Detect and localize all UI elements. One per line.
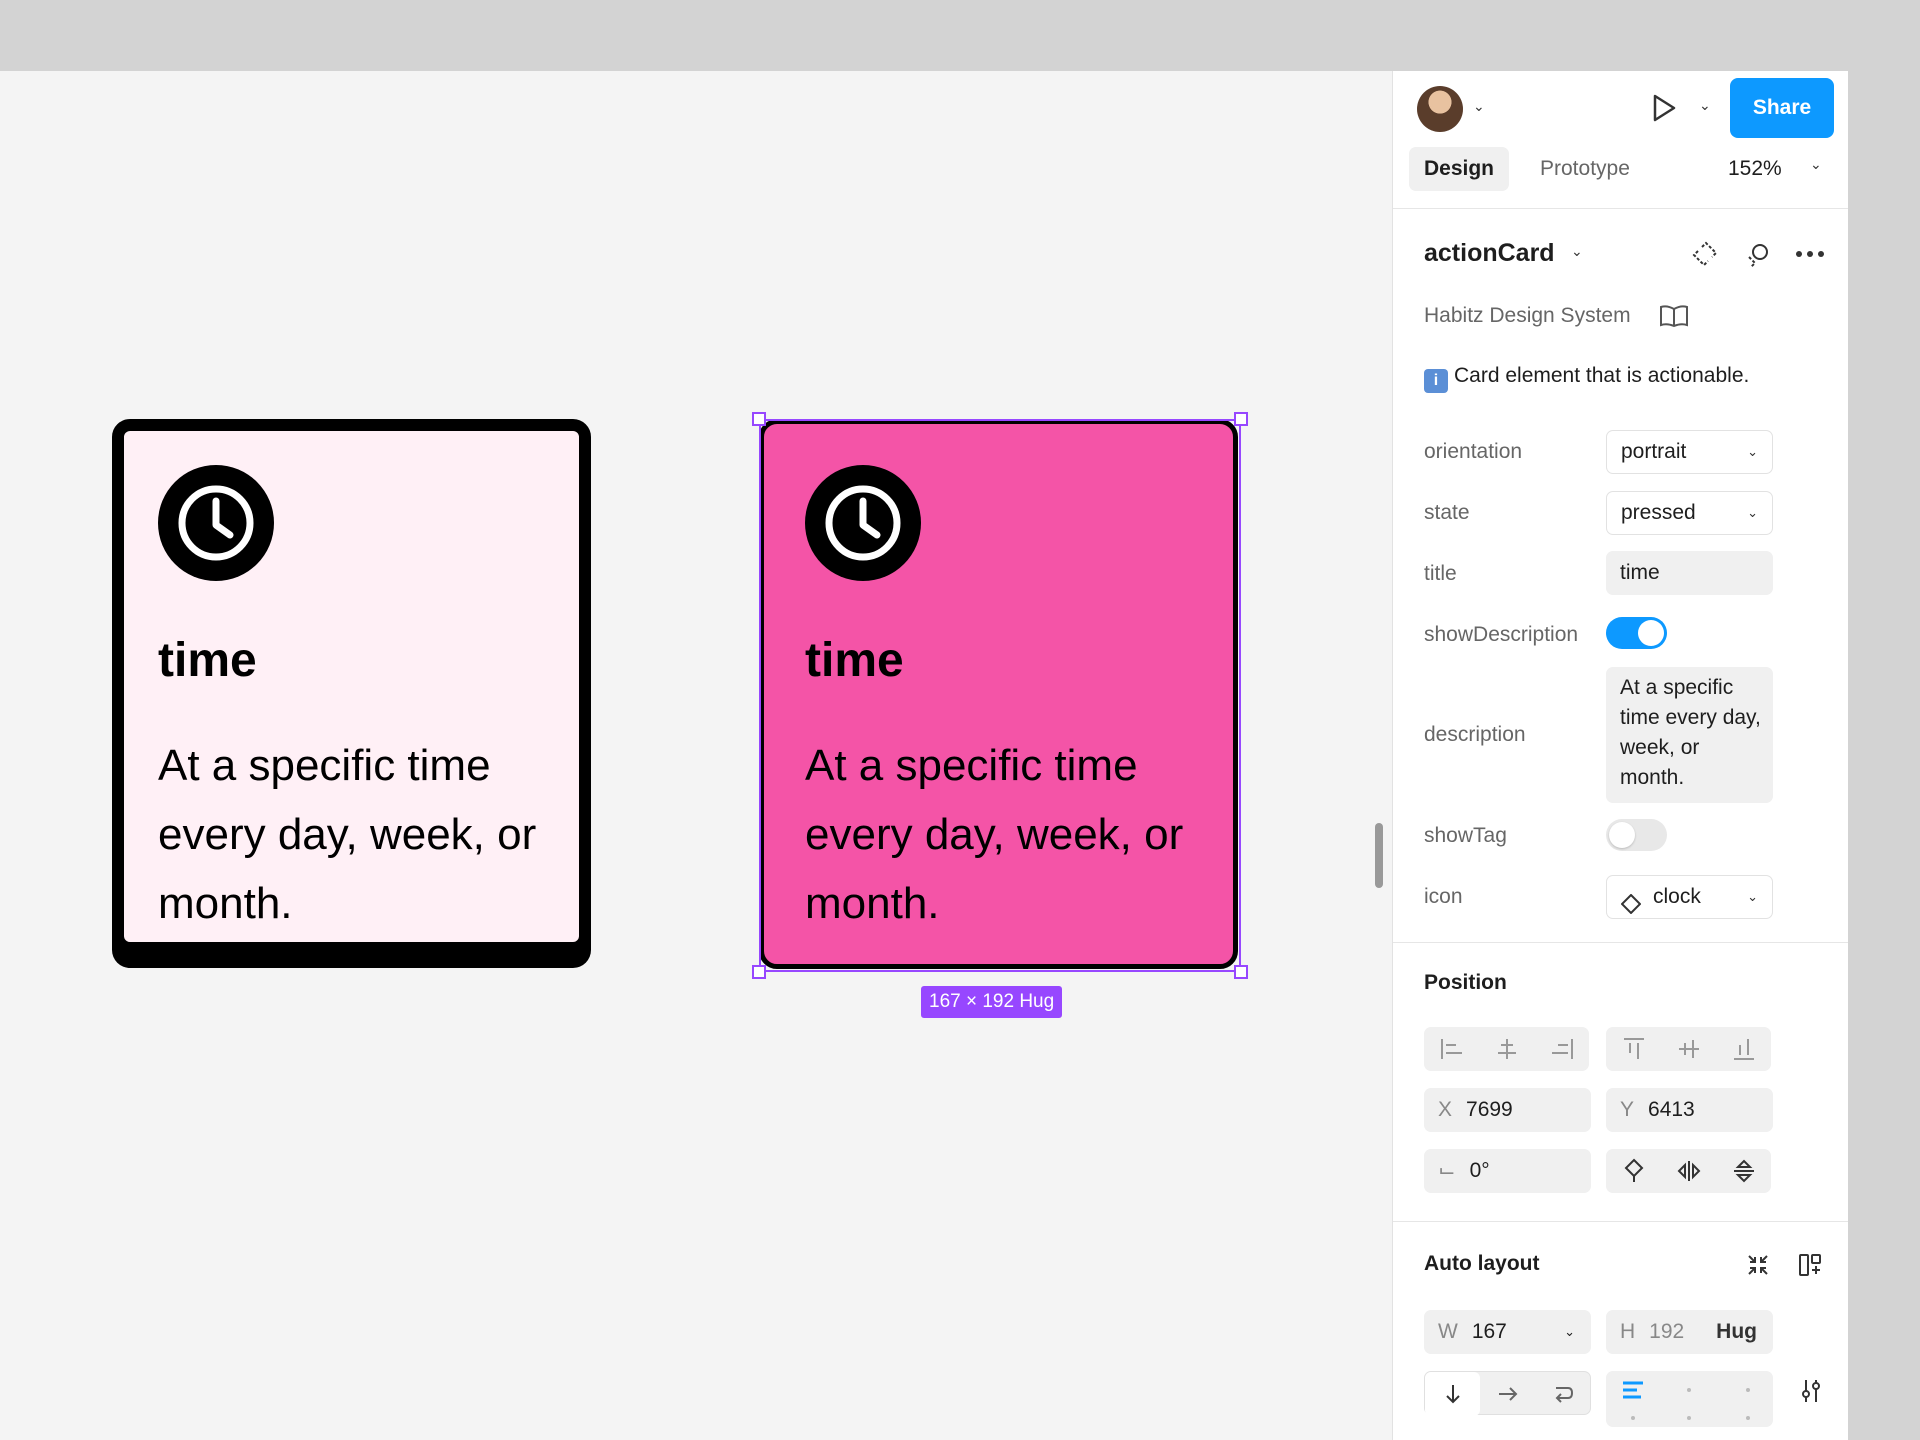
- more-icon[interactable]: [1793, 238, 1827, 270]
- prop-label-orientation: orientation: [1424, 440, 1523, 463]
- icon-value: clock: [1653, 885, 1701, 908]
- align-vertical-center-icon[interactable]: [1661, 1027, 1716, 1071]
- vertical-direction-icon[interactable]: [1425, 1372, 1480, 1416]
- wrap-icon[interactable]: [1535, 1372, 1590, 1416]
- component-description-text: Card element that is actionable.: [1454, 364, 1750, 387]
- card-description: At a specific time every day, week, or m…: [805, 741, 1184, 928]
- canvas-scrollbar[interactable]: [1375, 823, 1383, 888]
- divider: [1393, 208, 1848, 209]
- x-label: X: [1438, 1098, 1453, 1121]
- book-icon[interactable]: [1659, 303, 1689, 329]
- show-description-toggle[interactable]: [1606, 617, 1667, 649]
- description-field[interactable]: At a specific time every day, week, or m…: [1606, 667, 1773, 803]
- canvas[interactable]: time At a specific time every day, week,…: [0, 71, 1392, 1440]
- chevron-down-icon[interactable]: ⌄: [1699, 97, 1711, 114]
- share-button[interactable]: Share: [1730, 78, 1834, 138]
- y-label: Y: [1620, 1098, 1635, 1121]
- flip-vertical-icon[interactable]: [1716, 1149, 1771, 1193]
- divider: [1393, 942, 1848, 943]
- height-field[interactable]: H 192 Hug: [1606, 1310, 1773, 1354]
- h-value: 192: [1649, 1320, 1685, 1343]
- info-icon: i: [1424, 369, 1448, 393]
- card-title: time: [805, 634, 904, 687]
- prop-label-show-tag: showTag: [1424, 824, 1507, 847]
- zoom-level[interactable]: 152%: [1728, 157, 1782, 181]
- chevron-down-icon: ⌄: [1747, 505, 1758, 520]
- chevron-down-icon[interactable]: ⌄: [1810, 156, 1822, 173]
- resize-handle-bottom-left[interactable]: [752, 965, 766, 979]
- align-bottom-icon[interactable]: [1716, 1027, 1771, 1071]
- rotation-field[interactable]: ⌙ 0°: [1424, 1149, 1591, 1193]
- layout-grid-icon[interactable]: [1796, 1250, 1826, 1280]
- resize-handle-bottom-right[interactable]: [1234, 965, 1248, 979]
- action-card-default[interactable]: time At a specific time every day, week,…: [112, 419, 591, 954]
- prop-label-show-description: showDescription: [1424, 623, 1579, 646]
- diamond-icon: [1620, 887, 1642, 915]
- chevron-down-icon: ⌄: [1747, 444, 1758, 459]
- component-description: i Card element that is actionable.: [1424, 364, 1749, 393]
- collapse-icon[interactable]: [1743, 1250, 1773, 1280]
- horizontal-direction-icon[interactable]: [1480, 1372, 1535, 1416]
- align-top-icon[interactable]: [1606, 1027, 1661, 1071]
- resize-handle-top-left[interactable]: [752, 412, 766, 426]
- play-icon[interactable]: [1646, 90, 1682, 126]
- w-value: 167: [1471, 1320, 1507, 1343]
- chevron-down-icon: ⌄: [1747, 889, 1758, 904]
- prop-label-icon: icon: [1424, 885, 1463, 908]
- auto-layout-section-title: Auto layout: [1424, 1252, 1540, 1275]
- flip-horizontal-icon[interactable]: [1661, 1149, 1716, 1193]
- chevron-down-icon[interactable]: ⌄: [1571, 243, 1583, 260]
- x-value: 7699: [1466, 1098, 1513, 1121]
- avatar[interactable]: [1417, 86, 1463, 132]
- orientation-dropdown[interactable]: portrait ⌄: [1606, 430, 1773, 474]
- w-label: W: [1438, 1320, 1458, 1343]
- show-tag-toggle[interactable]: [1606, 819, 1667, 851]
- align-right-icon[interactable]: [1534, 1027, 1589, 1071]
- transform-group: [1606, 1149, 1771, 1193]
- properties-panel: ⌄ ⌄ Share Design Prototype 152% ⌄ action…: [1392, 71, 1848, 1440]
- action-card-pressed[interactable]: time At a specific time every day, week,…: [759, 419, 1238, 969]
- state-dropdown[interactable]: pressed ⌄: [1606, 491, 1773, 535]
- size-badge: 167 × 192 Hug: [921, 986, 1063, 1018]
- card-description: At a specific time every day, week, or m…: [158, 741, 537, 928]
- alignment-grid-icon: [1623, 1381, 1750, 1420]
- rotation-value: 0°: [1469, 1159, 1490, 1182]
- component-name[interactable]: actionCard: [1424, 239, 1555, 268]
- horizontal-align-group: [1424, 1027, 1589, 1071]
- x-field[interactable]: X 7699: [1424, 1088, 1591, 1132]
- divider: [1393, 1221, 1848, 1222]
- card-title: time: [158, 634, 257, 687]
- tab-prototype[interactable]: Prototype: [1525, 147, 1645, 191]
- position-section-title: Position: [1424, 971, 1507, 994]
- rotate-icon[interactable]: [1606, 1149, 1661, 1193]
- detach-icon[interactable]: [1689, 238, 1721, 270]
- library-name[interactable]: Habitz Design System: [1424, 304, 1631, 328]
- chevron-down-icon[interactable]: ⌄: [1564, 1310, 1575, 1354]
- state-value: pressed: [1621, 501, 1696, 524]
- tab-design[interactable]: Design: [1409, 147, 1510, 191]
- y-value: 6413: [1648, 1098, 1695, 1121]
- align-left-icon[interactable]: [1424, 1027, 1479, 1071]
- h-mode[interactable]: Hug: [1716, 1310, 1757, 1354]
- y-field[interactable]: Y 6413: [1606, 1088, 1773, 1132]
- chevron-down-icon[interactable]: ⌄: [1473, 98, 1485, 115]
- alignment-grid[interactable]: [1606, 1371, 1773, 1427]
- width-field[interactable]: W 167 ⌄: [1424, 1310, 1591, 1354]
- swap-instance-icon[interactable]: [1742, 238, 1774, 270]
- layout-settings-icon[interactable]: [1796, 1376, 1826, 1406]
- vertical-align-group: [1606, 1027, 1771, 1071]
- h-label: H: [1620, 1320, 1636, 1343]
- resize-handle-top-right[interactable]: [1234, 412, 1248, 426]
- icon-dropdown[interactable]: clock ⌄: [1606, 875, 1773, 919]
- align-horizontal-center-icon[interactable]: [1479, 1027, 1534, 1071]
- prop-label-state: state: [1424, 501, 1470, 524]
- rotation-icon: ⌙: [1438, 1159, 1456, 1182]
- orientation-value: portrait: [1621, 440, 1687, 463]
- title-field[interactable]: time: [1606, 551, 1773, 595]
- prop-label-description: description: [1424, 723, 1526, 746]
- clock-icon: [158, 465, 274, 581]
- clock-icon: [805, 465, 921, 581]
- prop-label-title: title: [1424, 562, 1457, 585]
- direction-group: [1424, 1371, 1591, 1416]
